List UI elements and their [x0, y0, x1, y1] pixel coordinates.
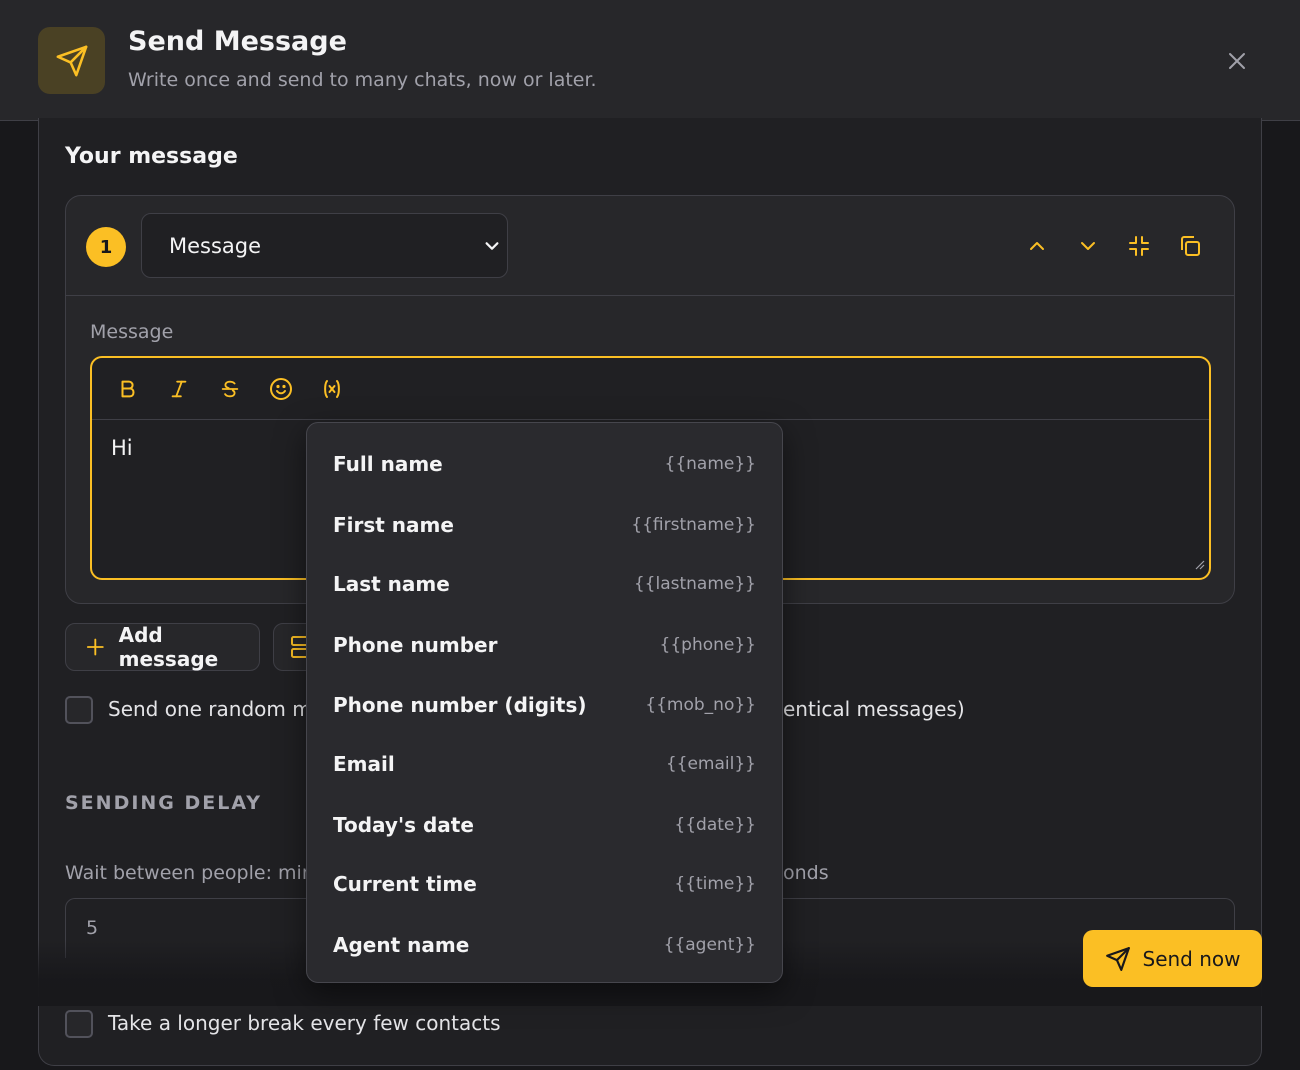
- wait-min-value: 5: [86, 917, 99, 939]
- variable-option[interactable]: Email {{email}}: [307, 734, 782, 794]
- section-title: Your message: [65, 144, 238, 169]
- message-index-badge: 1: [86, 227, 126, 267]
- strikethrough-icon[interactable]: [214, 373, 246, 405]
- plus-icon: [86, 638, 104, 656]
- modal-title: Send Message: [128, 26, 347, 57]
- variable-token: {{agent}}: [663, 935, 756, 955]
- emoji-icon[interactable]: [265, 373, 297, 405]
- random-message-label-left: Send one random m: [108, 697, 312, 721]
- variable-token: {{name}}: [664, 454, 756, 474]
- variable-label: Last name: [333, 572, 450, 596]
- random-message-checkbox[interactable]: [65, 696, 93, 724]
- bold-icon[interactable]: [112, 373, 144, 405]
- move-down-icon[interactable]: [1072, 230, 1104, 262]
- variable-option[interactable]: Phone number {{phone}}: [307, 615, 782, 675]
- variable-option[interactable]: Today's date {{date}}: [307, 795, 782, 855]
- longer-break-label: Take a longer break every few contacts: [108, 1011, 501, 1035]
- variable-label: Current time: [333, 872, 477, 896]
- variable-token: {{time}}: [674, 874, 756, 894]
- collapse-icon[interactable]: [1123, 230, 1155, 262]
- send-icon: [1105, 946, 1130, 971]
- send-icon: [38, 27, 105, 94]
- variable-option[interactable]: Phone number (digits) {{mob_no}}: [307, 675, 782, 735]
- variable-option[interactable]: Agent name {{agent}}: [307, 915, 782, 975]
- italic-icon[interactable]: [163, 373, 195, 405]
- add-message-label: Add message: [118, 623, 219, 671]
- modal-header: Send Message Write once and send to many…: [0, 0, 1300, 121]
- close-icon[interactable]: [1222, 46, 1252, 76]
- add-message-button[interactable]: Add message: [65, 623, 260, 671]
- variable-label: Today's date: [333, 813, 474, 837]
- variable-token: {{lastname}}: [633, 574, 756, 594]
- random-message-label-right: entical messages): [783, 697, 965, 721]
- wait-between-label: Wait between people: mini: [65, 862, 320, 884]
- message-block-header: 1 Message: [66, 196, 1234, 296]
- variables-dropdown: Full name {{name}} First name {{firstname}…: [306, 422, 783, 983]
- variable-token: {{phone}}: [659, 635, 756, 655]
- variable-label: Agent name: [333, 933, 470, 957]
- longer-break-checkbox[interactable]: [65, 1010, 93, 1038]
- variable-label: Phone number (digits): [333, 693, 587, 717]
- chevron-down-icon: [483, 236, 501, 260]
- message-text: Hi: [111, 436, 133, 460]
- variable-token: {{email}}: [665, 754, 756, 774]
- variable-label: Phone number: [333, 633, 498, 657]
- variable-token: {{firstname}}: [631, 515, 756, 535]
- message-field-label: Message: [90, 321, 174, 343]
- variable-option[interactable]: Current time {{time}}: [307, 854, 782, 914]
- modal-subtitle: Write once and send to many chats, now o…: [128, 69, 597, 91]
- variable-label: Full name: [333, 452, 443, 476]
- variable-token: {{date}}: [674, 815, 756, 835]
- variable-option[interactable]: Last name {{lastname}}: [307, 554, 782, 614]
- variable-token: {{mob_no}}: [645, 695, 756, 715]
- variable-option[interactable]: First name {{firstname}}: [307, 495, 782, 555]
- message-type-select[interactable]: Message: [141, 213, 508, 278]
- send-now-label: Send now: [1142, 946, 1241, 971]
- wait-between-label-suffix: onds: [783, 862, 829, 884]
- sending-delay-caption: SENDING DELAY: [65, 792, 263, 814]
- variable-label: First name: [333, 513, 454, 537]
- variable-label: Email: [333, 752, 395, 776]
- move-up-icon[interactable]: [1021, 230, 1053, 262]
- resize-handle-icon[interactable]: [1193, 555, 1205, 574]
- variable-option[interactable]: Full name {{name}}: [307, 434, 782, 494]
- duplicate-icon[interactable]: [1174, 230, 1206, 262]
- send-now-button[interactable]: Send now: [1083, 930, 1262, 987]
- message-type-value: Message: [169, 233, 262, 258]
- editor-toolbar: [92, 358, 1209, 420]
- variable-icon[interactable]: [316, 373, 348, 405]
